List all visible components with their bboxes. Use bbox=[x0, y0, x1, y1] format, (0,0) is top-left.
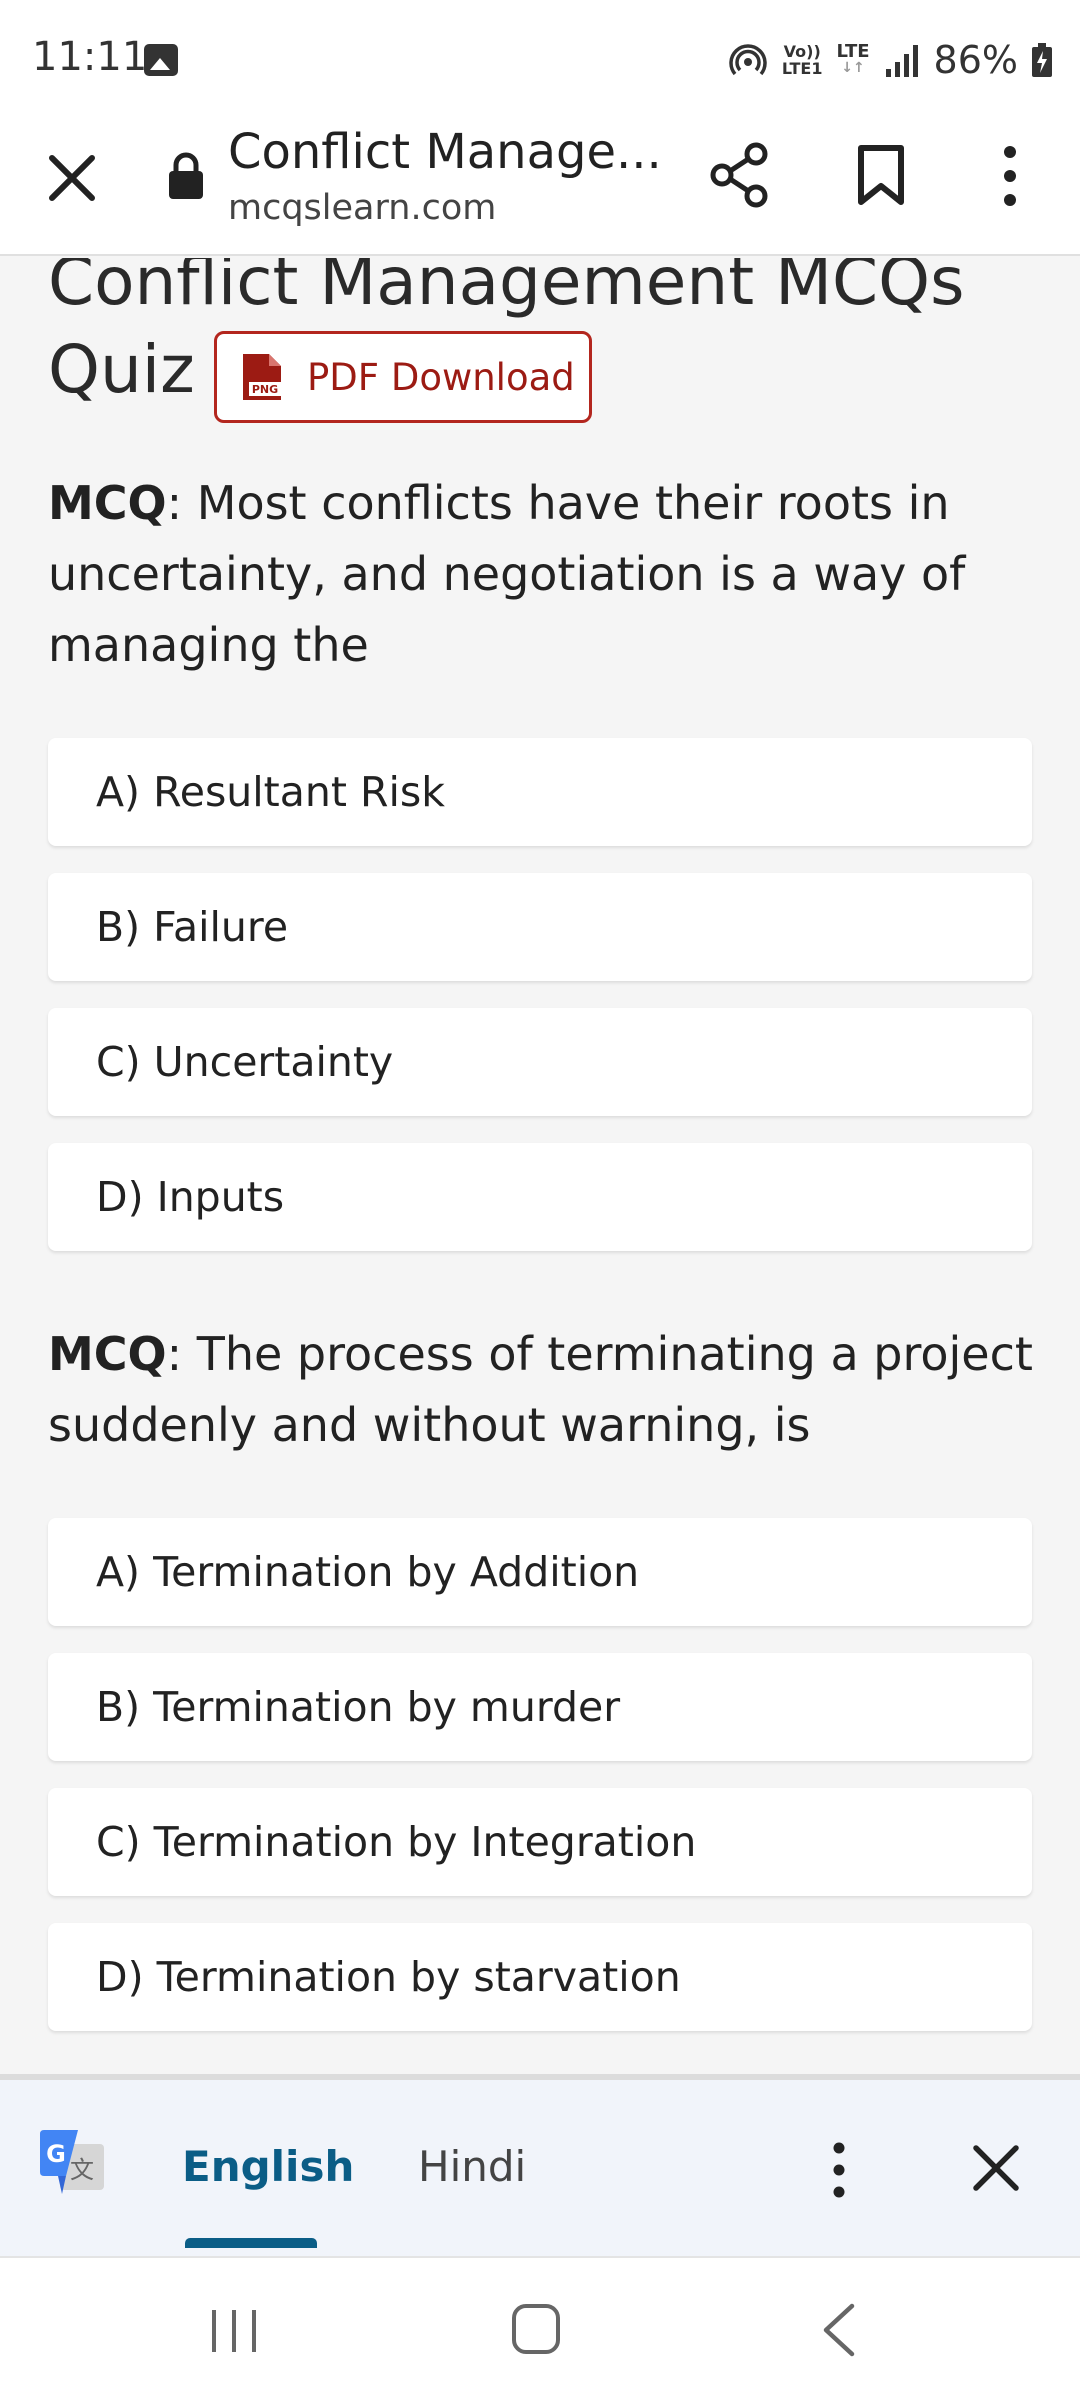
status-icons: Vo)) LTE1 LTE ↓↑ 86% bbox=[728, 34, 1052, 86]
url-label[interactable]: mcqslearn.com bbox=[228, 188, 496, 228]
system-navigation-bar bbox=[0, 2256, 1080, 2400]
signal-icon bbox=[885, 45, 918, 77]
selected-tab-indicator bbox=[185, 2238, 317, 2248]
translate-more-icon[interactable] bbox=[824, 2140, 854, 2200]
google-translate-icon: 文 G bbox=[40, 2130, 104, 2194]
page-content: Conflict Management MCQs Quiz PNG PDF Do… bbox=[0, 258, 1080, 2074]
language-tab-hindi[interactable]: Hindi bbox=[418, 2142, 526, 2191]
recent-apps-icon[interactable] bbox=[206, 2306, 262, 2356]
translate-bar: 文 G English Hindi bbox=[0, 2074, 1080, 2256]
share-icon[interactable] bbox=[706, 140, 772, 210]
page-title-label[interactable]: Conflict Manage... bbox=[228, 124, 662, 180]
question-prefix: MCQ bbox=[48, 1327, 167, 1381]
question-prefix: MCQ bbox=[48, 476, 167, 530]
svg-text:G: G bbox=[46, 2140, 66, 2168]
lock-icon[interactable] bbox=[168, 152, 204, 200]
network-type-label: LTE bbox=[836, 41, 870, 62]
answer-option[interactable]: C) Termination by Integration bbox=[48, 1788, 1032, 1896]
back-icon[interactable] bbox=[818, 2302, 858, 2358]
translate-close-icon[interactable] bbox=[970, 2142, 1022, 2194]
question-text: : Most conflicts have their roots in unc… bbox=[48, 476, 966, 672]
answer-option[interactable]: D) Inputs bbox=[48, 1143, 1032, 1251]
data-arrows-icon: ↓↑ bbox=[841, 60, 865, 76]
gallery-notification-icon bbox=[144, 44, 178, 76]
status-time: 11:11 bbox=[32, 34, 148, 80]
home-icon[interactable] bbox=[510, 2302, 562, 2356]
pdf-download-label: PDF Download bbox=[307, 355, 575, 399]
pdf-icon-text: PNG bbox=[252, 383, 278, 396]
battery-charging-icon bbox=[1032, 43, 1052, 77]
volte-bottom-label: LTE1 bbox=[781, 59, 823, 78]
lte-indicator: LTE ↓↑ bbox=[836, 43, 869, 77]
pdf-file-icon: PNG bbox=[243, 354, 281, 400]
answer-option[interactable]: A) Resultant Risk bbox=[48, 738, 1032, 846]
answer-option[interactable]: A) Termination by Addition bbox=[48, 1518, 1032, 1626]
battery-percentage: 86% bbox=[933, 38, 1018, 82]
status-bar: 11:11 Vo)) LTE1 LTE ↓↑ 86% bbox=[0, 0, 1080, 110]
pdf-download-button[interactable]: PNG PDF Download bbox=[214, 331, 592, 423]
bookmark-icon[interactable] bbox=[856, 144, 906, 206]
volte-top-label: Vo)) bbox=[783, 42, 821, 61]
language-tab-english[interactable]: English bbox=[182, 2142, 354, 2191]
answer-option[interactable]: C) Uncertainty bbox=[48, 1008, 1032, 1116]
answer-option[interactable]: B) Termination by murder bbox=[48, 1653, 1032, 1761]
svg-text:文: 文 bbox=[70, 2156, 94, 2184]
volte-indicator: Vo)) LTE1 bbox=[782, 43, 823, 77]
question-text: : The process of terminating a project s… bbox=[48, 1327, 1033, 1452]
close-tab-icon[interactable] bbox=[44, 150, 100, 206]
answer-option[interactable]: B) Failure bbox=[48, 873, 1032, 981]
browser-toolbar: Conflict Manage... mcqslearn.com bbox=[0, 110, 1080, 256]
hotspot-icon bbox=[729, 44, 767, 76]
answer-option[interactable]: D) Termination by starvation bbox=[48, 1923, 1032, 2031]
more-options-icon[interactable] bbox=[992, 144, 1028, 208]
question-2: MCQ: The process of terminating a projec… bbox=[48, 1319, 1038, 1461]
question-1: MCQ: Most conflicts have their roots in … bbox=[48, 468, 1038, 681]
